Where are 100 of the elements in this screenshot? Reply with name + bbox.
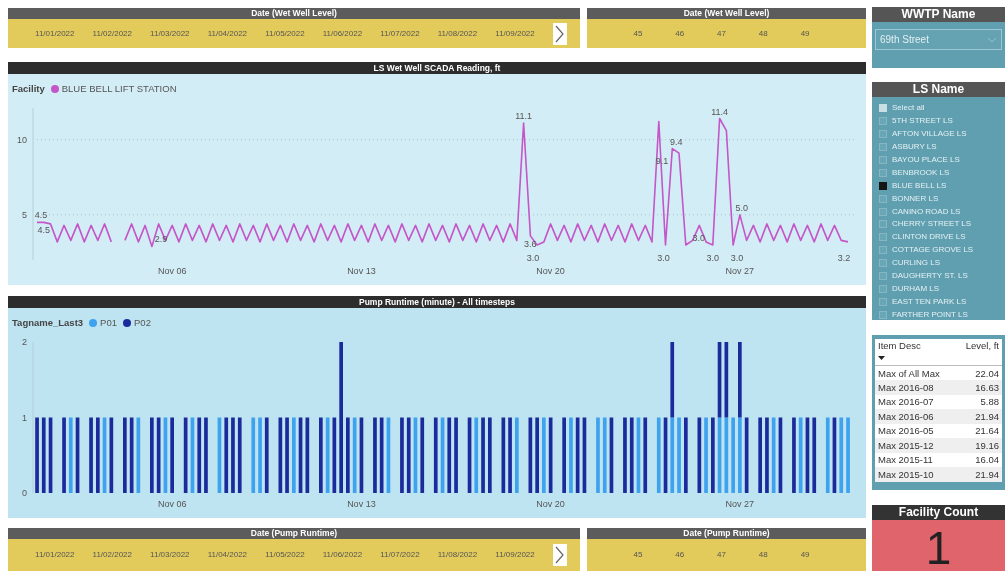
- list-item[interactable]: Select all: [892, 102, 925, 115]
- week-option[interactable]: 47: [717, 27, 726, 40]
- tick-label: 10: [17, 134, 27, 145]
- week-option[interactable]: 45: [633, 549, 643, 561]
- date-option[interactable]: 11/07/2022: [380, 27, 420, 40]
- list-item[interactable]: CANINO ROAD LS: [892, 205, 961, 218]
- date-option[interactable]: 11/08/2022: [437, 549, 478, 561]
- date-option[interactable]: 11/07/2022: [380, 549, 420, 561]
- chart-title: LS Wet Well SCADA Reading, ft: [8, 62, 866, 74]
- week-option[interactable]: 49: [800, 549, 810, 561]
- checkbox[interactable]: [879, 284, 887, 293]
- checkbox[interactable]: [879, 297, 887, 306]
- data-label: 3.0: [706, 253, 720, 263]
- date-option[interactable]: 11/02/2022: [92, 549, 132, 561]
- date-option[interactable]: 11/04/2022: [207, 27, 248, 40]
- date-option[interactable]: 11/03/2022: [150, 549, 190, 561]
- table-cell: 22.04: [955, 365, 1002, 380]
- date-option[interactable]: 11/01/2022: [35, 27, 75, 40]
- tick-label: 2: [22, 337, 27, 347]
- checkbox[interactable]: [879, 259, 887, 268]
- dropdown-field[interactable]: 69th Street: [875, 29, 1002, 50]
- list-item[interactable]: BONNER LS: [892, 192, 939, 205]
- column-header[interactable]: Item Desc: [878, 340, 953, 352]
- week-option[interactable]: 49: [800, 27, 810, 40]
- data-label: 3.6: [524, 238, 537, 249]
- date-option[interactable]: 11/06/2022: [322, 27, 363, 40]
- chevron-right-icon: [555, 546, 565, 564]
- checkbox[interactable]: [879, 168, 887, 177]
- slicer-title: Date (Pump Runtime): [587, 528, 866, 539]
- tick-label: 5: [22, 209, 27, 220]
- date-option[interactable]: 11/09/2022: [495, 27, 535, 40]
- date-option[interactable]: 11/06/2022: [322, 549, 363, 561]
- data-label: 3.2: [837, 253, 851, 263]
- checkbox[interactable]: [879, 194, 887, 203]
- table-cell: 16.04: [955, 452, 1002, 467]
- table-cell: Max 2016-06: [875, 409, 956, 424]
- checkbox[interactable]: [879, 310, 887, 319]
- date-option[interactable]: 11/03/2022: [150, 27, 190, 40]
- date-option[interactable]: 11/09/2022: [495, 549, 535, 561]
- table-cell: Max 2015-11: [875, 452, 956, 467]
- week-option[interactable]: 48: [758, 27, 768, 40]
- week-option[interactable]: 46: [675, 549, 685, 561]
- next-button[interactable]: [552, 22, 567, 45]
- data-label: 11.1: [515, 111, 533, 122]
- checkbox[interactable]: [879, 181, 887, 190]
- checkbox[interactable]: [879, 233, 887, 242]
- list-item[interactable]: FARTHER POINT LS: [892, 308, 968, 321]
- checkbox[interactable]: [879, 117, 887, 126]
- table-cell: Max 2015-12: [875, 438, 956, 453]
- date-option[interactable]: 11/08/2022: [437, 27, 478, 40]
- tick-label: Nov 20: [536, 266, 565, 276]
- checkbox[interactable]: [879, 130, 887, 139]
- column-header[interactable]: Level, ft: [958, 340, 999, 352]
- list-item[interactable]: CHERRY STREET LS: [892, 218, 972, 231]
- list-item[interactable]: 5TH STREET LS: [892, 115, 953, 128]
- checkbox[interactable]: [879, 246, 887, 255]
- list-item[interactable]: CLINTON DRIVE LS: [892, 231, 966, 244]
- next-button[interactable]: [552, 544, 567, 566]
- chart-title: Pump Runtime (minute) - All timesteps: [8, 296, 866, 308]
- week-option[interactable]: 47: [717, 549, 726, 561]
- week-option[interactable]: 46: [675, 27, 685, 40]
- chevron-down-icon: [987, 36, 997, 43]
- list-item[interactable]: DURHAM LS: [892, 282, 940, 295]
- kpi-value: 1: [872, 520, 1005, 571]
- list-item[interactable]: COTTAGE GROVE LS: [892, 244, 974, 257]
- date-option[interactable]: 11/02/2022: [92, 27, 132, 40]
- list-item[interactable]: BENBROOK LS: [892, 166, 950, 179]
- legend-title: Tagname_Last3: [12, 315, 84, 330]
- checkbox[interactable]: [879, 207, 887, 216]
- week-option[interactable]: 48: [758, 549, 768, 561]
- table-cell: Max 2016-05: [875, 423, 956, 438]
- week-option[interactable]: 45: [633, 27, 643, 40]
- list-item[interactable]: DAUGHERTY ST. LS: [892, 270, 968, 282]
- data-label: 4.5: [34, 210, 48, 221]
- filter-title: WWTP Name: [872, 7, 1005, 22]
- checkbox[interactable]: [879, 156, 887, 164]
- list-item[interactable]: EAST TEN PARK LS: [892, 295, 967, 308]
- date-option[interactable]: 11/05/2022: [265, 27, 305, 40]
- list-item[interactable]: CURLING LS: [892, 257, 940, 270]
- tick-label: Nov 06: [157, 499, 187, 509]
- table-cell: 21.94: [955, 467, 1002, 482]
- date-option[interactable]: 11/01/2022: [35, 549, 75, 561]
- table-cell: Max 2016-08: [875, 380, 956, 395]
- checkbox[interactable]: [879, 220, 887, 229]
- date-option[interactable]: 11/05/2022: [265, 549, 305, 561]
- list-item[interactable]: AFTON VILLAGE LS: [892, 128, 967, 141]
- list-item[interactable]: BLUE BELL LS: [892, 179, 947, 192]
- card-title: Facility Count: [872, 505, 1005, 520]
- tick-label: 1: [22, 412, 27, 423]
- tick-label: Nov 27: [725, 266, 755, 276]
- list-item[interactable]: BAYOU PLACE LS: [892, 154, 960, 166]
- legend-label: P01: [100, 315, 117, 330]
- date-option[interactable]: 11/04/2022: [207, 549, 248, 561]
- data-label: 11.4: [711, 106, 728, 117]
- checkbox[interactable]: [879, 272, 887, 280]
- list-item[interactable]: ASBURY LS: [892, 141, 937, 154]
- data-label: 3.0: [730, 253, 744, 263]
- checkbox[interactable]: [879, 143, 887, 152]
- tick-label: Nov 20: [536, 499, 565, 509]
- data-label: 3.0: [526, 253, 540, 263]
